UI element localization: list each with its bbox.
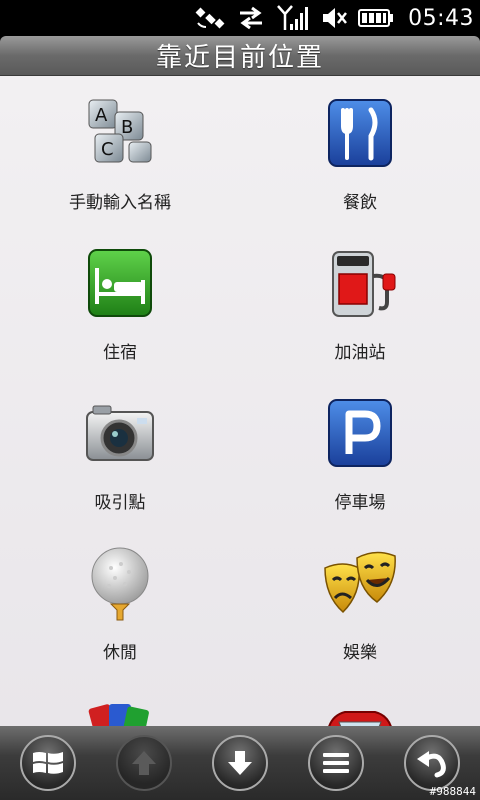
category-enter-name[interactable]: A B C 手動輸入名稱 [0,76,240,226]
category-label: 餐飲 [343,193,377,213]
gas-pump-icon [332,251,396,317]
camera-icon [86,405,154,461]
category-automotive[interactable] [240,676,480,726]
category-attractions[interactable]: 吸引點 [0,376,240,526]
theater-masks-icon [324,551,396,614]
arrow-up-icon [132,751,156,775]
bottom-toolbar [0,726,480,800]
back-icon [417,751,446,778]
shopping-icon [88,704,149,726]
windows-start-button[interactable] [20,735,76,791]
menu-icon [323,753,349,773]
category-label: 加油站 [334,343,386,363]
abc-blocks-icon: A B C [88,99,152,163]
title-bar: 靠近目前位置 [0,36,480,76]
arrow-down-icon [228,751,252,775]
category-lodging[interactable]: 住宿 [0,226,240,376]
category-dining[interactable]: 餐飲 [240,76,480,226]
category-gas-station[interactable]: 加油站 [240,226,480,376]
windows-icon [33,752,63,774]
category-entertainment[interactable]: 娛樂 [240,526,480,676]
fork-knife-icon [328,99,392,167]
gps-satellite-icon [195,7,225,29]
category-label: 手動輸入名稱 [69,193,171,213]
scroll-down-button[interactable] [212,735,268,791]
category-parking[interactable]: 停車場 [240,376,480,526]
data-transfer-icon [240,6,263,30]
category-label: 停車場 [334,493,386,513]
category-recreation[interactable]: 休閒 [0,526,240,676]
page-title: 靠近目前位置 [155,43,324,73]
bed-icon [88,249,152,317]
volume-muted-icon [323,8,348,28]
svg-text:C: C [101,139,114,160]
clock: 05:43 [408,5,474,31]
category-label: 休閒 [103,643,137,663]
menu-button[interactable] [308,735,364,791]
category-label: 吸引點 [94,493,146,513]
category-shopping[interactable] [0,676,240,726]
category-list[interactable]: A B C 手動輸入名稱 餐飲 住宿 加油站 吸引點 停車場 休閒 娛樂 [0,76,480,726]
category-label: 住宿 [103,343,137,363]
back-button[interactable] [404,735,460,791]
svg-text:A: A [95,105,108,126]
parking-icon [328,399,392,467]
battery-icon [358,9,394,27]
golf-ball-icon [91,547,149,621]
category-label: 娛樂 [343,643,377,663]
watermark: #988844 [429,785,476,798]
svg-text:B: B [121,117,133,138]
status-bar: 05:43 [0,0,480,36]
scroll-up-button[interactable] [116,735,172,791]
signal-strength-icon [277,5,309,30]
car-icon [328,711,392,726]
